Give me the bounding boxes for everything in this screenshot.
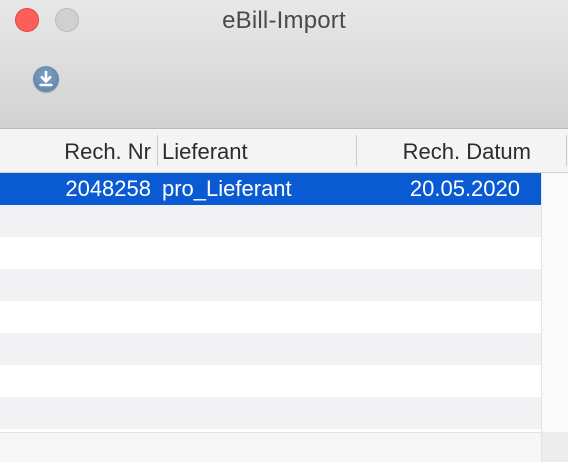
empty-row (0, 333, 541, 365)
cell-lieferant: pro_Lieferant (162, 176, 292, 201)
empty-row (0, 205, 541, 237)
column-divider[interactable] (157, 135, 158, 166)
column-header-rech-datum[interactable]: Rech. Datum (358, 139, 531, 165)
import-button[interactable] (33, 66, 59, 92)
column-divider[interactable] (356, 135, 357, 166)
empty-row (0, 269, 541, 301)
table-row[interactable]: 2048258 pro_Lieferant 20.05.2020 (0, 173, 541, 205)
cell-rech-datum: 20.05.2020 (409, 176, 520, 201)
column-divider[interactable] (566, 135, 567, 166)
table-body: 2048258 pro_Lieferant 20.05.2020 (0, 173, 541, 462)
empty-row (0, 397, 541, 429)
empty-row (0, 301, 541, 333)
horizontal-scrollbar[interactable] (0, 432, 541, 462)
cell-rech-nr: 2048258 (65, 176, 151, 201)
download-icon (39, 70, 53, 87)
column-header-rech-nr[interactable]: Rech. Nr (0, 139, 151, 165)
vertical-scrollbar[interactable] (541, 173, 568, 462)
column-header-lieferant[interactable]: Lieferant (162, 139, 248, 165)
empty-row (0, 365, 541, 397)
title-toolbar-area: eBill-Import (0, 0, 568, 129)
table-header: Rech. Nr Lieferant Rech. Datum (0, 129, 568, 173)
scrollbar-corner (541, 432, 568, 462)
ebill-import-window: eBill-Import Rech. Nr Lieferant Rech. Da… (0, 0, 568, 462)
empty-row (0, 237, 541, 269)
window-title: eBill-Import (222, 7, 346, 34)
